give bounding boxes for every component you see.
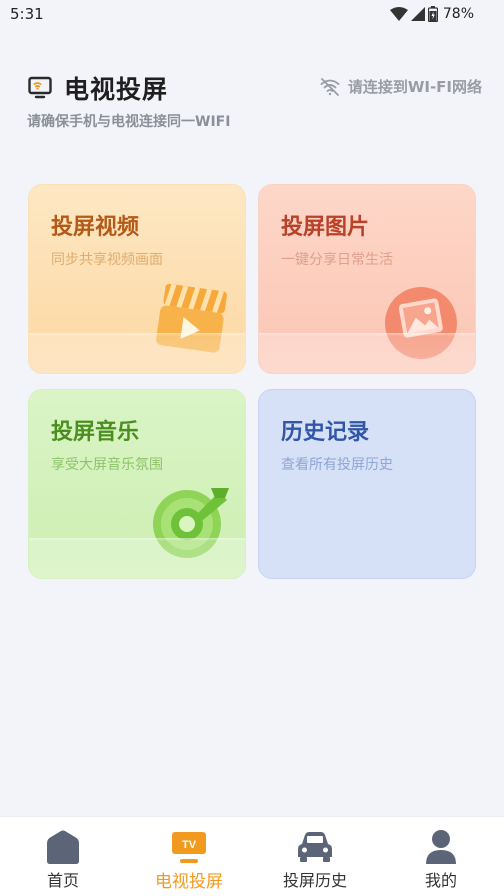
wifi-signal-icon (389, 7, 408, 21)
card-title: 投屏音乐 (51, 420, 140, 445)
nav-item-home[interactable]: 首页 (0, 817, 126, 896)
page-header: 电视投屏 (28, 70, 168, 106)
nav-item-mine[interactable]: 我的 (378, 817, 504, 896)
status-indicators: 78% (389, 6, 474, 22)
nav-item-tv-cast[interactable]: TV 电视投屏 (126, 817, 252, 896)
battery-percent: 78% (442, 6, 474, 22)
history-card[interactable]: 历史记录 查看所有投屏历史 (258, 389, 476, 579)
card-title: 投屏视频 (51, 215, 140, 240)
tv-cast-icon (28, 76, 52, 99)
user-icon (426, 830, 456, 864)
wifi-off-icon (320, 77, 340, 96)
nav-label: 首页 (46, 871, 79, 890)
cast-video-card[interactable]: 投屏视频 同步共享视频画面 (28, 184, 246, 374)
card-description: 同步共享视频画面 (51, 252, 163, 268)
svg-text:TV: TV (182, 839, 197, 851)
card-shine (29, 538, 245, 578)
page-subtitle: 请确保手机与电视连接同一WIFI (27, 114, 231, 130)
status-time: 5:31 (10, 5, 44, 23)
nav-label: 我的 (424, 871, 457, 890)
bottom-nav: 首页 TV 电视投屏 投屏历史 我的 (0, 816, 504, 896)
cast-photo-card[interactable]: 投屏图片 一键分享日常生活 (258, 184, 476, 374)
card-title: 历史记录 (281, 420, 370, 445)
card-description: 一键分享日常生活 (281, 252, 393, 268)
nav-label: 电视投屏 (155, 872, 223, 892)
card-description: 享受大屏音乐氛围 (51, 457, 163, 473)
card-shine (259, 333, 475, 373)
wifi-status[interactable]: 请连接到WI-FI网络 (320, 76, 482, 97)
nav-item-cast-history[interactable]: 投屏历史 (252, 817, 378, 896)
page-title: 电视投屏 (64, 75, 169, 104)
cell-signal-icon (410, 7, 425, 21)
home-icon (47, 830, 79, 864)
card-title: 投屏图片 (281, 215, 370, 240)
tv-icon: TV (172, 832, 206, 863)
status-bar: 5:31 78% (0, 0, 504, 30)
cast-music-card[interactable]: 投屏音乐 享受大屏音乐氛围 (28, 389, 246, 579)
card-description: 查看所有投屏历史 (281, 457, 393, 473)
nav-label: 投屏历史 (282, 871, 347, 890)
card-shine (29, 333, 245, 373)
app-screen: 5:31 78% 电视投屏 请确保手机与电视连接同一WIFI 请连接到WI-FI… (0, 0, 504, 896)
car-icon (298, 832, 332, 862)
wifi-status-text: 请连接到WI-FI网络 (347, 78, 482, 96)
battery-icon (427, 6, 438, 22)
